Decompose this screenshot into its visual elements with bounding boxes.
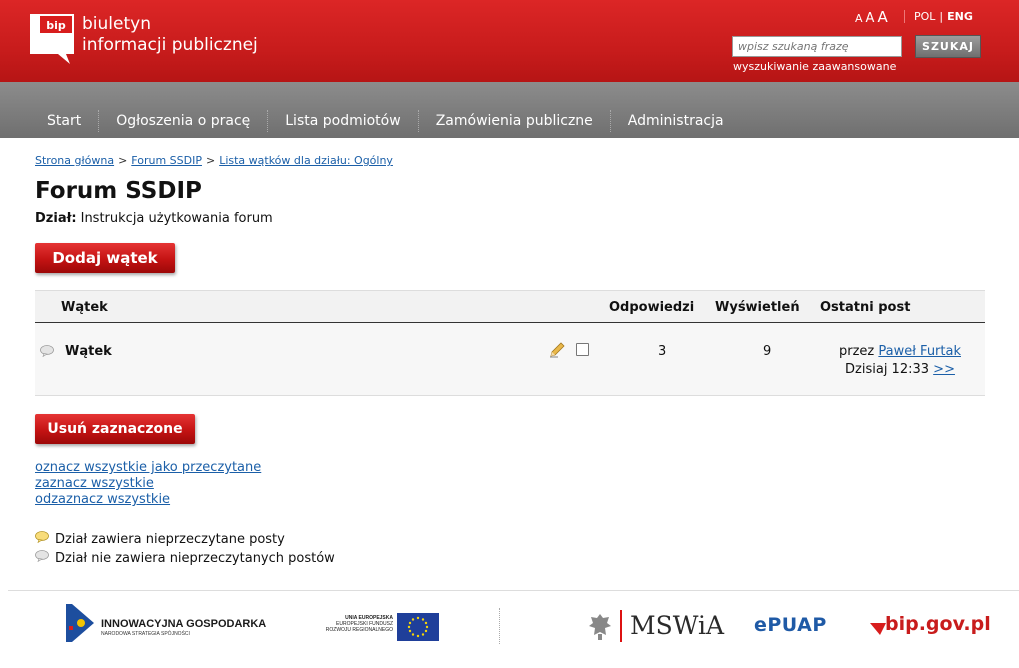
svg-text:bip: bip [46, 19, 66, 32]
breadcrumb: Strona główna > Forum SSDIP > Lista wątków d… [35, 154, 393, 167]
table-header: Wątek Odpowiedzi Wyświetleń Ostatni post [35, 290, 985, 323]
footer-separator [499, 608, 501, 644]
mswia-logo[interactable]: MSWiA [620, 610, 724, 642]
legend: Dział zawiera nieprzeczytane posty Dział… [35, 530, 335, 568]
eu-text: UNIA EUROPEJSKA EUROPEJSKI FUNDUSZ ROZWO… [320, 615, 393, 633]
ig-subtitle: NARODOWA STRATEGIA SPÓJNOŚCI [101, 631, 190, 637]
col-last-post-header: Ostatni post [820, 300, 911, 315]
deselect-all-link[interactable]: odzaznacz wszystkie [35, 492, 261, 508]
table-row: Wątek 3 9 przez Paweł Furtak Dzisiaj 12:… [35, 323, 985, 396]
font-size-switcher: AAA [855, 8, 891, 26]
nav-item-procurement[interactable]: Zamówienia publiczne [419, 110, 611, 132]
mark-all-read-link[interactable]: oznacz wszystkie jako przeczytane [35, 460, 261, 476]
font-size-small[interactable]: A [855, 12, 863, 25]
advanced-search-link[interactable]: wyszukiwanie zaawansowane [733, 60, 896, 73]
eu-line3: ROZWOJU REGIONALNEGO [325, 627, 393, 633]
read-thread-icon [40, 345, 54, 361]
nav-item-start[interactable]: Start [30, 110, 100, 132]
site-name[interactable]: biuletyn informacji publicznej [82, 14, 258, 56]
bip-gov-logo[interactable]: bip.gov.pl [885, 613, 991, 635]
col-replies-header: Odpowiedzi [609, 300, 695, 315]
footer: INNOWACYJNA GOSPODARKA NARODOWA STRATEGI… [0, 596, 1019, 668]
legend-read-text: Dział nie zawiera nieprzeczytanych postó… [55, 551, 335, 566]
col-views-header: Wyświetleń [715, 300, 800, 315]
last-post-info: przez Paweł Furtak Dzisiaj 12:33 >> [815, 343, 985, 379]
footer-divider [8, 590, 1019, 591]
legend-unread-text: Dział zawiera nieprzeczytane posty [55, 532, 285, 547]
font-size-medium[interactable]: A [866, 11, 875, 26]
main-nav: Start Ogłoszenia o pracę Lista podmiotów… [0, 82, 1019, 138]
col-thread-header: Wątek [61, 300, 108, 315]
bip-logo-icon[interactable]: bip [30, 14, 74, 64]
eu-flag-icon[interactable] [397, 613, 439, 641]
thread-replies: 3 [658, 344, 667, 359]
page-title: Forum SSDIP [35, 178, 202, 204]
thread-title[interactable]: Wątek [65, 344, 112, 359]
nav-item-administration[interactable]: Administracja [611, 110, 741, 132]
nav-item-entities[interactable]: Lista podmiotów [268, 110, 419, 132]
delete-selected-button[interactable]: Usuń zaznaczone [35, 414, 195, 444]
read-bubble-icon [35, 549, 49, 568]
unread-bubble-icon [35, 530, 49, 549]
thread-table: Wątek Odpowiedzi Wyświetleń Ostatni post… [35, 290, 985, 396]
last-post-time: Dzisiaj 12:33 [845, 362, 930, 377]
epuap-logo[interactable]: ePUAP [754, 614, 827, 636]
section-value: Instrukcja użytkowania forum [80, 211, 273, 226]
thread-views: 9 [763, 344, 772, 359]
breadcrumb-separator: > [118, 154, 128, 167]
legend-unread: Dział zawiera nieprzeczytane posty [35, 530, 335, 549]
breadcrumb-home[interactable]: Strona główna [35, 154, 114, 167]
search-button[interactable]: SZUKAJ [915, 35, 981, 58]
add-thread-button[interactable]: Dodaj wątek [35, 243, 175, 273]
lang-pol[interactable]: POL [914, 10, 935, 23]
innovative-economy-logo-icon[interactable] [66, 604, 94, 642]
legend-read: Dział nie zawiera nieprzeczytanych postó… [35, 549, 335, 568]
search-input[interactable] [732, 36, 902, 57]
thread-select-checkbox[interactable] [576, 343, 589, 356]
last-post-goto-link[interactable]: >> [933, 362, 955, 377]
site-name-line1: biuletyn [82, 14, 151, 34]
select-all-link[interactable]: zaznacz wszystkie [35, 476, 261, 492]
breadcrumb-separator: > [205, 154, 216, 167]
eagle-emblem-icon [588, 612, 612, 642]
language-switcher: POL | ENG [904, 10, 973, 23]
bip-arrow-icon [870, 620, 886, 635]
section-info: Dział: Instrukcja użytkowania forum [35, 211, 273, 226]
site-header: bip biuletyn informacji publicznej AAA P… [0, 0, 1019, 82]
font-size-large[interactable]: A [877, 8, 887, 26]
breadcrumb-forum[interactable]: Forum SSDIP [131, 154, 202, 167]
last-post-by-label: przez [838, 344, 875, 359]
lang-separator: | [939, 10, 944, 23]
nav-item-jobs[interactable]: Ogłoszenia o pracę [99, 110, 269, 132]
ig-title: INNOWACYJNA GOSPODARKA [101, 618, 267, 630]
breadcrumb-thread-list[interactable]: Lista wątków dla działu: Ogólny [219, 154, 393, 167]
site-name-line2: informacji publicznej [82, 35, 258, 55]
lang-eng[interactable]: ENG [947, 10, 973, 23]
edit-pencil-icon[interactable] [549, 342, 565, 362]
section-label: Dział: [35, 211, 77, 226]
last-post-author[interactable]: Paweł Furtak [878, 344, 961, 359]
bulk-actions: oznacz wszystkie jako przeczytane zaznac… [35, 460, 261, 508]
